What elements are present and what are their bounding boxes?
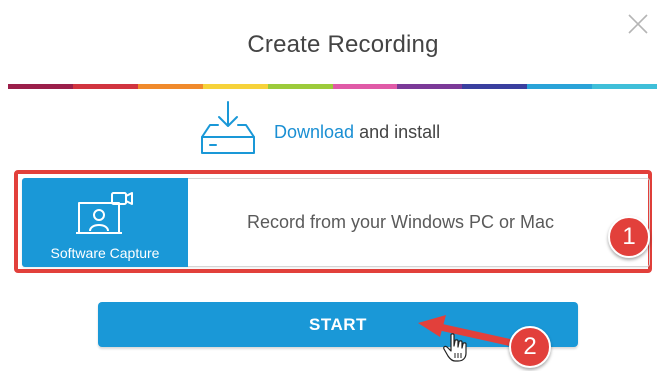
highlight-box: Software Capture Record from your Window… bbox=[14, 170, 652, 273]
download-row: Download and install bbox=[198, 99, 440, 159]
color-segment-4 bbox=[202, 84, 268, 89]
download-link[interactable]: Download bbox=[274, 122, 354, 142]
dialog-title: Create Recording bbox=[247, 31, 439, 58]
color-segment-7 bbox=[397, 84, 463, 89]
color-segment-2 bbox=[72, 84, 138, 89]
download-tray-icon[interactable] bbox=[198, 99, 258, 159]
color-segment-3 bbox=[137, 84, 203, 89]
color-segment-1 bbox=[8, 84, 73, 89]
software-capture-tile[interactable]: Software Capture bbox=[22, 177, 188, 267]
download-instructions: Download and install bbox=[274, 122, 440, 143]
step-badge-1: 1 bbox=[608, 216, 650, 258]
color-segment-5 bbox=[267, 84, 333, 89]
color-segment-10 bbox=[592, 84, 657, 89]
color-segment-6 bbox=[332, 84, 398, 89]
option-description: Record from your Windows PC or Mac bbox=[246, 212, 555, 232]
software-capture-label: Software Capture bbox=[50, 244, 160, 261]
software-capture-option[interactable]: Software Capture Record from your Window… bbox=[22, 177, 650, 267]
hand-cursor-icon bbox=[443, 333, 467, 362]
color-segment-8 bbox=[462, 84, 528, 89]
step-badge-2: 2 bbox=[509, 326, 551, 368]
webcam-screen-icon bbox=[76, 191, 133, 234]
rainbow-divider bbox=[8, 84, 657, 89]
color-segment-9 bbox=[527, 84, 593, 89]
download-suffix: and install bbox=[354, 121, 441, 142]
